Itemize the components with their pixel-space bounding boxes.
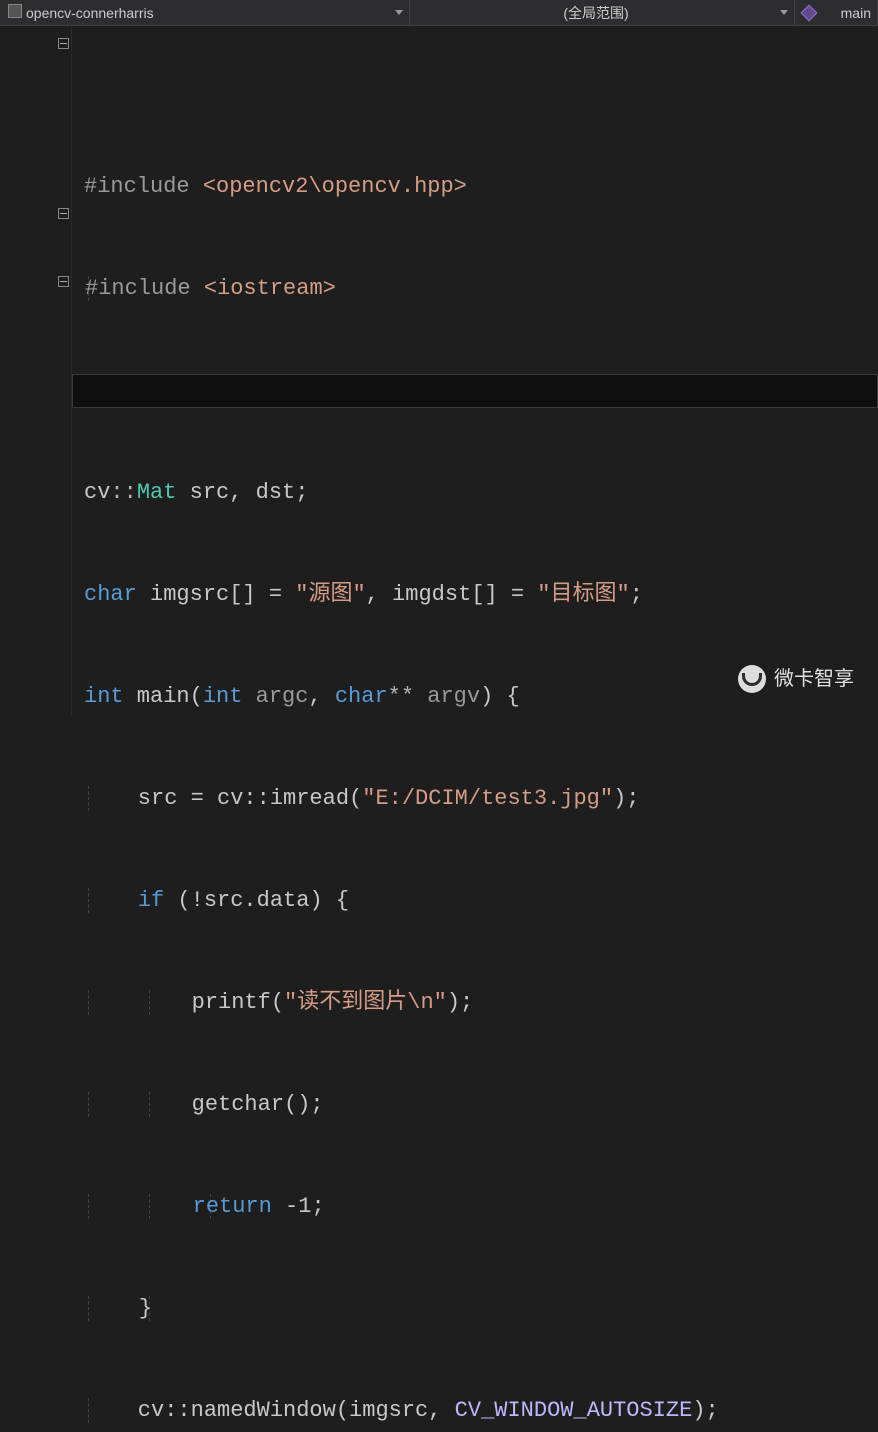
editor-gutter <box>0 26 72 716</box>
code-line: char imgsrc[] = "源图", imgdst[] = "目标图"; <box>84 578 878 612</box>
scope-dropdown[interactable]: (全局范围) <box>410 0 795 25</box>
code-line <box>84 374 878 408</box>
code-editor[interactable]: #include <opencv2\opencv.hpp> #include <… <box>0 26 878 716</box>
code-line: #include <iostream> <box>84 272 878 306</box>
watermark-text: 微卡智享 <box>774 662 854 696</box>
function-icon <box>801 4 818 21</box>
navigation-bar: opencv-connerharris (全局范围) main <box>0 0 878 26</box>
symbol-dropdown[interactable]: main <box>795 0 878 25</box>
fold-toggle[interactable] <box>58 208 69 219</box>
code-line: return -1; <box>84 1190 878 1224</box>
watermark: 微卡智享 <box>738 662 854 696</box>
code-line: } <box>84 1292 878 1326</box>
code-line: cv::namedWindow(imgsrc, CV_WINDOW_AUTOSI… <box>84 1394 878 1428</box>
code-line: if (!src.data) { <box>84 884 878 918</box>
code-line: #include <opencv2\opencv.hpp> <box>84 170 878 204</box>
wechat-icon <box>738 665 766 693</box>
project-dropdown[interactable]: opencv-connerharris <box>0 0 410 25</box>
code-area[interactable]: #include <opencv2\opencv.hpp> #include <… <box>72 26 878 716</box>
fold-toggle[interactable] <box>58 38 69 49</box>
project-icon <box>8 4 22 18</box>
project-name: opencv-connerharris <box>26 5 154 21</box>
scope-label: (全局范围) <box>418 3 774 23</box>
code-line: src = cv::imread("E:/DCIM/test3.jpg"); <box>84 782 878 816</box>
fold-toggle[interactable] <box>58 276 69 287</box>
code-line: cv::Mat src, dst; <box>84 476 878 510</box>
code-line: getchar(); <box>84 1088 878 1122</box>
chevron-down-icon <box>395 10 403 15</box>
code-line: printf("读不到图片\n"); <box>84 986 878 1020</box>
chevron-down-icon <box>780 10 788 15</box>
symbol-label: main <box>841 5 871 21</box>
